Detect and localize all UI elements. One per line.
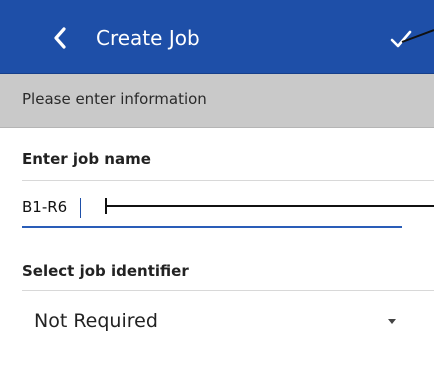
text-caret [80, 198, 81, 218]
app-header: Create Job [0, 0, 434, 74]
chevron-left-icon [54, 27, 66, 49]
info-banner: Please enter information [0, 74, 434, 128]
page-title: Create Job [96, 26, 200, 50]
confirm-button[interactable] [388, 24, 434, 54]
job-name-divider [22, 180, 434, 181]
job-identifier-label: Select job identifier [22, 262, 189, 280]
pointer-line [105, 198, 434, 214]
job-identifier-value: Not Required [34, 310, 158, 332]
job-identifier-select[interactable]: Not Required [22, 304, 402, 340]
info-text: Please enter information [22, 90, 207, 108]
job-name-input[interactable] [22, 198, 92, 216]
job-identifier-divider [22, 290, 434, 291]
dropdown-arrow-icon [388, 319, 396, 324]
check-icon [390, 29, 434, 48]
back-button[interactable] [48, 22, 72, 54]
job-name-label: Enter job name [22, 150, 151, 168]
